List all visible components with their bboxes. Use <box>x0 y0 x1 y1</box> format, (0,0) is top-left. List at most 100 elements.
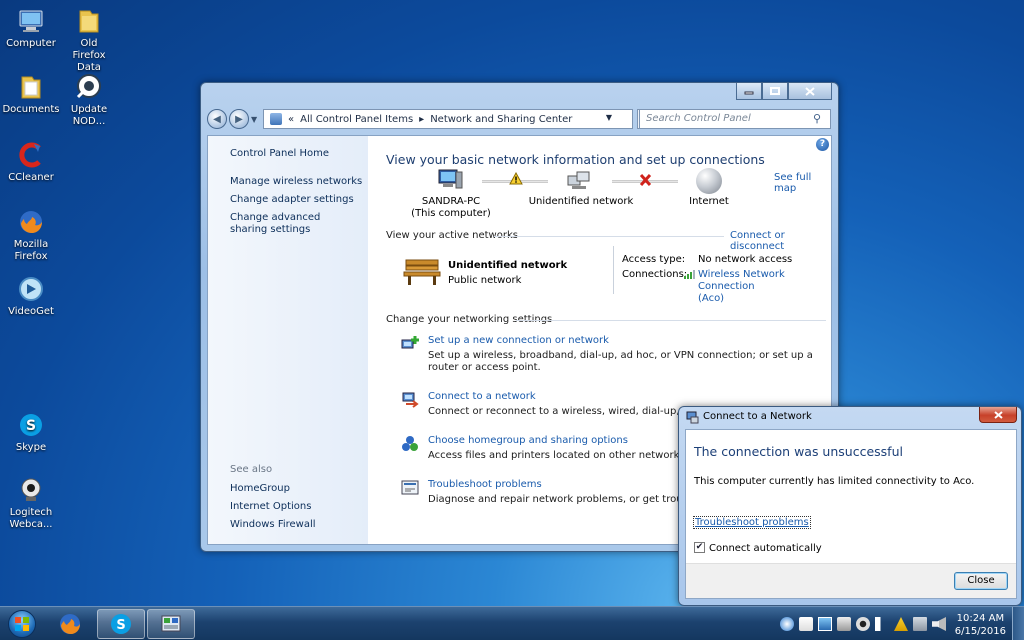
folder-icon <box>16 72 46 102</box>
connect-network-icon <box>400 390 420 410</box>
desktop-icon-update-nod[interactable]: Update NOD... <box>58 72 120 128</box>
taskbar-control-panel-button[interactable] <box>147 609 195 639</box>
search-input[interactable]: Search Control Panel <box>639 109 831 129</box>
recent-pages-chevron-icon[interactable]: ▼ <box>251 115 257 124</box>
connect-automatically-checkbox[interactable]: ✔ <box>694 542 705 553</box>
desktop-icon-old-firefox-data[interactable]: Old Firefox Data <box>58 6 120 74</box>
connect-to-network-dialog[interactable]: Connect to a Network The connection was … <box>678 406 1022 606</box>
desktop-icon-label: Skype <box>15 442 47 453</box>
internet-options-link[interactable]: Internet Options <box>230 501 311 512</box>
desktop-icon-label: Logitech Webca... <box>9 507 53 530</box>
map-internet-label: Internet <box>689 196 729 207</box>
manage-wireless-networks-link[interactable]: Manage wireless networks <box>230 176 362 187</box>
close-button[interactable]: Close <box>954 572 1008 590</box>
caption-buttons <box>736 83 832 100</box>
computer-icon <box>16 6 46 36</box>
tray-monitor-icon[interactable] <box>818 617 832 631</box>
close-window-button[interactable] <box>788 83 832 100</box>
svg-text:S: S <box>116 618 125 633</box>
forward-button[interactable]: ▶ <box>229 109 249 129</box>
desktop-icon-label: Old Firefox Data <box>72 38 106 73</box>
breadcrumb-overflow-icon[interactable]: « <box>288 114 294 125</box>
back-button[interactable]: ◀ <box>207 109 227 129</box>
maximize-button[interactable] <box>762 83 788 100</box>
desktop-icon-logitech-webcam[interactable]: Logitech Webca... <box>0 475 62 531</box>
task-setup-connection: Set up a new connection or network Set u… <box>401 334 828 374</box>
firefox-icon <box>16 207 46 237</box>
minimize-button[interactable] <box>736 83 762 100</box>
tray-volume-icon[interactable] <box>875 617 889 631</box>
tray-network-icon[interactable] <box>913 617 927 631</box>
navigation-bar: ◀ ▶ ▼ « All Control Panel Items ▸ Networ… <box>207 107 832 131</box>
arrow-left-icon: ◀ <box>213 113 221 125</box>
search-icon[interactable]: ⚲ <box>813 112 821 125</box>
clock-time: 10:24 AM <box>956 613 1005 624</box>
connection-name: Wireless Network Connection <box>698 269 785 292</box>
desktop-icon-computer[interactable]: Computer <box>0 6 62 50</box>
dialog-body: The connection was unsuccessful This com… <box>685 429 1017 599</box>
taskbar-firefox-button[interactable] <box>46 609 94 639</box>
desktop-icon-documents[interactable]: Documents <box>0 72 62 116</box>
taskbar: S 10:24 AM 6/15/2016 <box>0 606 1024 640</box>
computer-subtitle: (This computer) <box>411 208 491 219</box>
ccleaner-icon <box>16 140 46 170</box>
show-desktop-button[interactable] <box>1012 607 1024 640</box>
change-adapter-settings-link[interactable]: Change adapter settings <box>230 194 354 205</box>
close-icon <box>805 86 815 96</box>
active-network-type[interactable]: Public network <box>448 275 521 286</box>
tray-speaker-icon[interactable] <box>932 617 946 631</box>
network-folder-icon <box>270 113 282 125</box>
desktop-icon-videoget[interactable]: VideoGet <box>0 274 62 318</box>
desktop-icon-label: CCleaner <box>8 172 54 183</box>
dialog-close-button[interactable] <box>979 407 1017 423</box>
task-title[interactable]: Connect to a network <box>428 390 828 403</box>
checkmark-icon: ✔ <box>695 542 704 552</box>
firefox-icon <box>60 614 80 634</box>
desktop-icon-skype[interactable]: S Skype <box>0 410 62 454</box>
troubleshoot-problems-link[interactable]: Troubleshoot problems <box>693 516 811 529</box>
address-bar[interactable]: « All Control Panel Items ▸ Network and … <box>263 109 657 129</box>
wireless-connection-link[interactable]: Wireless Network Connection (Aco) <box>698 269 831 305</box>
connect-automatically-label[interactable]: Connect automatically <box>709 543 822 554</box>
control-panel-icon <box>161 615 181 632</box>
change-advanced-sharing-link[interactable]: Change advanced sharing settings <box>230 212 354 236</box>
desktop-icon-label: Mozilla Firefox <box>13 239 49 262</box>
windows-logo-icon <box>8 610 36 638</box>
windows-firewall-link[interactable]: Windows Firewall <box>230 519 316 530</box>
connect-or-disconnect-link[interactable]: Connect or disconnect <box>730 230 831 252</box>
tray-webcam-icon[interactable] <box>856 617 870 631</box>
map-network-label: Unidentified network <box>528 196 634 207</box>
homegroup-icon <box>400 434 420 454</box>
svg-text:S: S <box>26 418 36 434</box>
control-panel-home-link[interactable]: Control Panel Home <box>230 148 329 159</box>
skype-icon: S <box>111 614 131 634</box>
desktop-icon-label: Documents <box>2 104 60 115</box>
task-title[interactable]: Set up a new connection or network <box>428 334 828 347</box>
breadcrumb-current[interactable]: Network and Sharing Center <box>430 114 572 125</box>
maximize-icon <box>770 87 780 95</box>
see-full-map-link[interactable]: See full map <box>774 172 831 194</box>
dialog-message: This computer currently has limited conn… <box>694 476 975 487</box>
new-connection-icon <box>400 334 420 354</box>
breadcrumb-root[interactable]: All Control Panel Items <box>300 114 413 125</box>
access-type-value: No network access <box>698 254 793 265</box>
address-dropdown-icon[interactable]: ▼ <box>606 113 612 122</box>
desktop-icon-mozilla-firefox[interactable]: Mozilla Firefox <box>0 207 62 263</box>
taskbar-skype-button[interactable]: S <box>97 609 145 639</box>
breadcrumb-separator-icon[interactable]: ▸ <box>419 114 424 125</box>
folder-icon <box>74 6 104 36</box>
homegroup-link[interactable]: HomeGroup <box>230 483 290 494</box>
desktop-icon-ccleaner[interactable]: CCleaner <box>0 140 62 184</box>
tray-warning-icon[interactable] <box>894 617 908 631</box>
tray-device-icon[interactable] <box>837 617 851 631</box>
tray-flag-icon[interactable] <box>799 617 813 631</box>
desktop-icon-label: VideoGet <box>8 306 54 317</box>
computer-name: SANDRA-PC <box>421 196 481 207</box>
dialog-title: Connect to a Network <box>703 411 812 422</box>
taskbar-clock[interactable]: 10:24 AM 6/15/2016 <box>955 612 1006 638</box>
wifi-signal-icon <box>684 269 696 282</box>
access-type-label: Access type: <box>622 254 686 265</box>
tray-security-icon[interactable] <box>780 617 794 631</box>
start-button[interactable] <box>2 607 42 640</box>
red-x-icon <box>639 173 652 189</box>
